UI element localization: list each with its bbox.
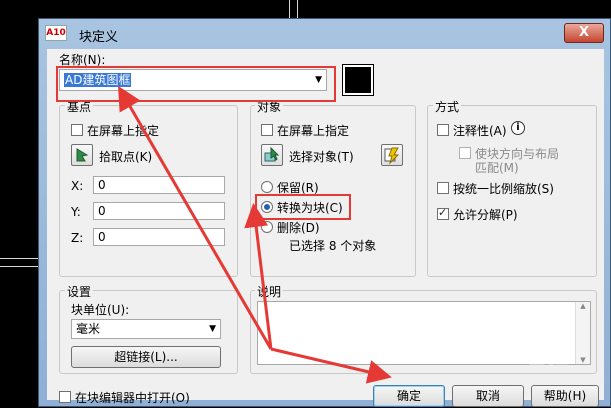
highlight-name-field — [56, 66, 336, 102]
settings-title: 设置 — [65, 283, 94, 300]
base-specify-label: 在屏幕上指定 — [87, 124, 160, 138]
z-input[interactable]: 0 — [93, 228, 225, 246]
cancel-button[interactable]: 取消 — [452, 385, 524, 407]
z-label: Z: — [71, 231, 84, 245]
ok-button[interactable]: 确定 — [373, 385, 445, 407]
y-input[interactable]: 0 — [93, 202, 225, 220]
selected-objects-status: 已选择 8 个对象 — [289, 239, 377, 253]
delete-radio[interactable] — [261, 221, 273, 233]
description-scrollbar[interactable]: ▲ ▼ — [575, 302, 590, 364]
highlight-convert-option — [255, 194, 351, 220]
title-bar[interactable]: A10 块定义 X — [39, 19, 610, 49]
drawing-line — [297, 0, 298, 18]
scale-uniformly-checkbox[interactable] — [437, 182, 449, 194]
x-label: X: — [71, 179, 84, 193]
retain-radio[interactable] — [261, 181, 273, 193]
scroll-down-icon[interactable]: ▼ — [576, 356, 590, 364]
pick-point-icon — [76, 148, 89, 162]
drawing-line — [0, 258, 38, 259]
open-in-editor-checkbox[interactable] — [59, 391, 71, 403]
behavior-title: 方式 — [433, 98, 462, 115]
pick-point-button[interactable] — [71, 144, 93, 166]
objects-specify-label: 在屏幕上指定 — [277, 124, 350, 138]
dialog-title: 块定义 — [79, 30, 119, 45]
drawing-line — [0, 266, 38, 267]
block-unit-select[interactable]: 毫米 ▼ — [71, 319, 221, 339]
quick-select-button[interactable] — [381, 144, 403, 166]
hyperlink-button[interactable]: 超链接(L)... — [71, 346, 221, 368]
annotative-label: 注释性(A) — [453, 124, 507, 138]
match-orientation-label-2: 匹配(M) — [475, 161, 519, 175]
watermark: Bai 经验 — [470, 341, 570, 369]
select-objects-label: 选择对象(T) — [289, 150, 354, 164]
match-orientation-checkbox[interactable] — [459, 147, 471, 159]
objects-specify-checkbox[interactable] — [261, 124, 273, 136]
block-unit-value: 毫米 — [76, 322, 101, 336]
open-in-editor-label: 在块编辑器中打开(O) — [75, 391, 190, 405]
scale-uniformly-label: 按统一比例缩放(S) — [453, 182, 554, 196]
help-button[interactable]: 帮助(H) — [531, 385, 599, 407]
delete-label: 删除(D) — [277, 221, 320, 235]
description-title: 说明 — [255, 283, 284, 300]
app-icon: A10 — [45, 25, 67, 41]
scroll-up-icon[interactable]: ▲ — [576, 302, 590, 310]
pick-point-label: 拾取点(K) — [99, 150, 153, 164]
base-specify-checkbox[interactable] — [71, 124, 83, 136]
annotative-checkbox[interactable] — [437, 124, 449, 136]
chevron-down-icon[interactable]: ▼ — [209, 320, 216, 338]
block-preview — [342, 64, 374, 96]
allow-exploding-checkbox[interactable] — [437, 206, 449, 220]
quick-select-icon — [384, 147, 400, 165]
close-button[interactable]: X — [564, 23, 604, 43]
allow-exploding-label: 允许分解(P) — [453, 208, 518, 222]
info-icon[interactable]: i — [511, 121, 525, 135]
drawing-line — [289, 0, 290, 18]
block-unit-label: 块单位(U): — [71, 303, 130, 317]
x-input[interactable]: 0 — [93, 176, 225, 194]
select-objects-icon — [264, 146, 280, 162]
y-label: Y: — [71, 205, 81, 219]
select-objects-button[interactable] — [261, 144, 283, 166]
